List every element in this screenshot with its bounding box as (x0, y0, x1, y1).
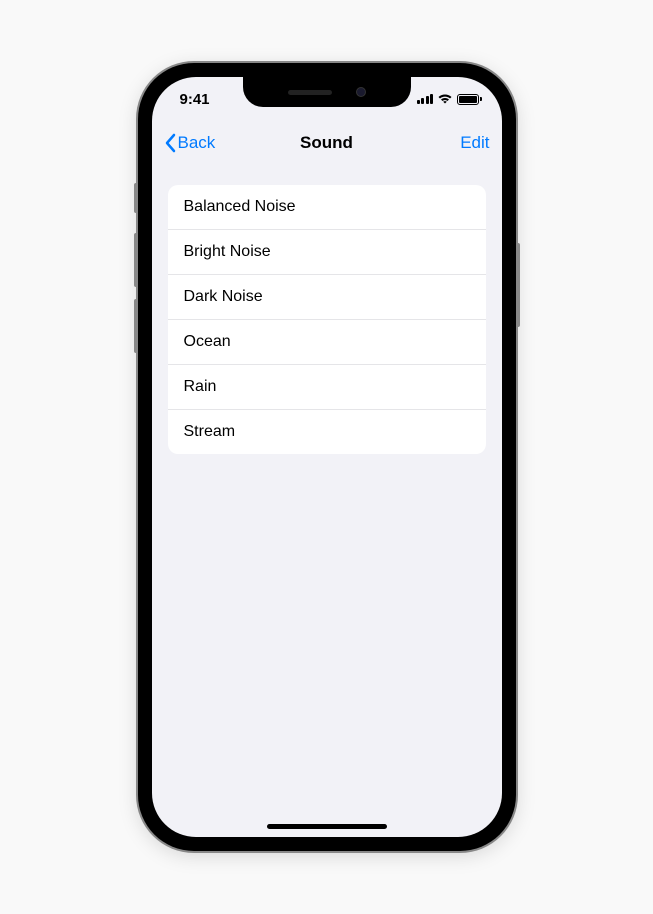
list-item-label: Balanced Noise (184, 198, 296, 215)
sound-option-balanced-noise[interactable]: Balanced Noise (168, 185, 486, 230)
device-screen: 9:41 (152, 77, 502, 837)
power-button (516, 243, 520, 327)
status-time: 9:41 (180, 91, 240, 108)
volume-up-button (134, 233, 138, 287)
page-title: Sound (234, 133, 420, 153)
device-notch (243, 77, 411, 107)
list-item-label: Bright Noise (184, 243, 271, 260)
list-item-label: Rain (184, 378, 217, 395)
back-label: Back (178, 133, 216, 153)
navigation-bar: Back Sound Edit (152, 121, 502, 165)
sound-list: Balanced Noise Bright Noise Dark Noise O… (168, 185, 486, 454)
volume-down-button (134, 299, 138, 353)
cellular-signal-icon (417, 94, 434, 104)
phone-device-frame: 9:41 (138, 63, 516, 851)
battery-icon (457, 94, 482, 105)
content-area: Balanced Noise Bright Noise Dark Noise O… (152, 165, 502, 454)
edit-button[interactable]: Edit (420, 133, 490, 153)
list-item-label: Stream (184, 423, 236, 440)
chevron-left-icon (164, 133, 176, 153)
status-indicators (417, 93, 482, 105)
home-indicator[interactable] (267, 824, 387, 829)
speaker-grille (288, 90, 332, 95)
list-item-label: Ocean (184, 333, 231, 350)
list-item-label: Dark Noise (184, 288, 263, 305)
back-button[interactable]: Back (164, 133, 234, 153)
sound-option-ocean[interactable]: Ocean (168, 320, 486, 365)
sound-option-bright-noise[interactable]: Bright Noise (168, 230, 486, 275)
wifi-icon (437, 93, 453, 105)
front-camera (356, 87, 366, 97)
sound-option-dark-noise[interactable]: Dark Noise (168, 275, 486, 320)
sound-option-rain[interactable]: Rain (168, 365, 486, 410)
sound-option-stream[interactable]: Stream (168, 410, 486, 454)
mute-switch (134, 183, 138, 213)
